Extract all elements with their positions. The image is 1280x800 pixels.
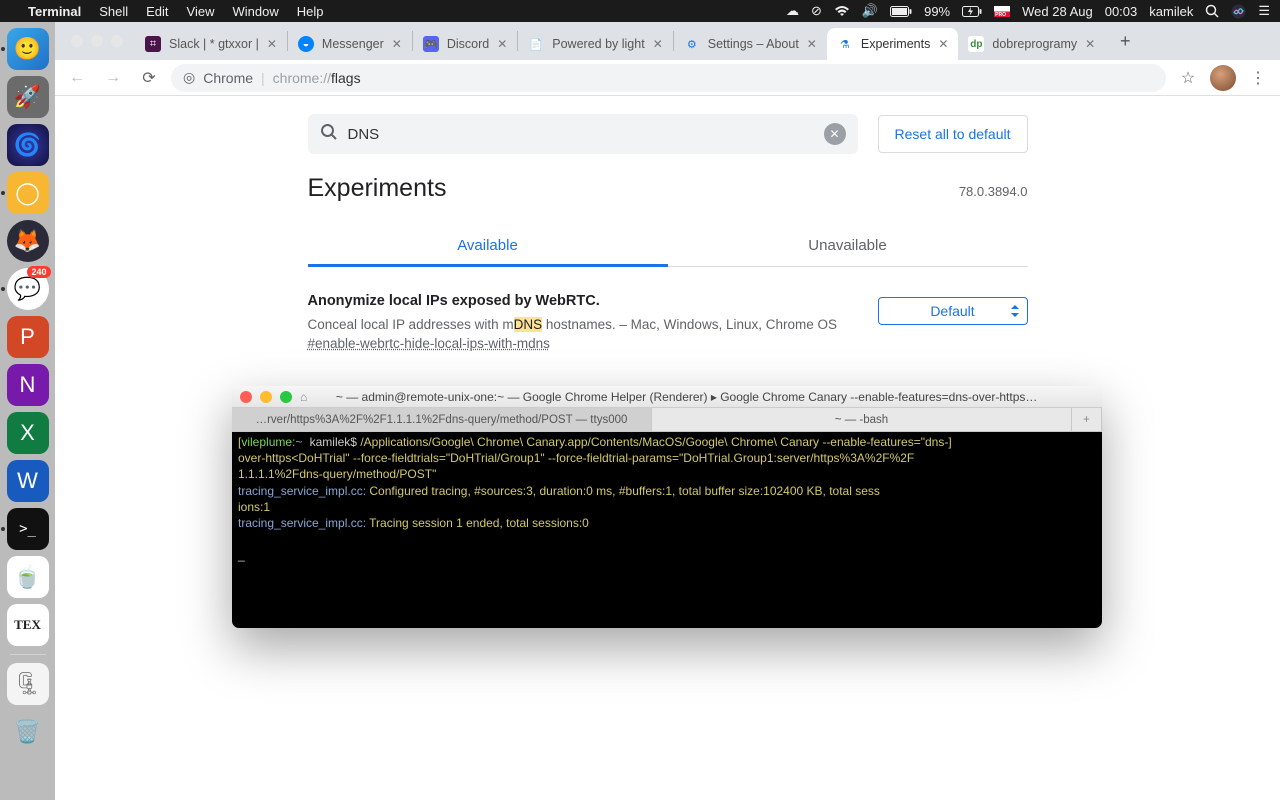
- tab-settings[interactable]: ⚙Settings – About✕: [674, 28, 827, 60]
- close-icon[interactable]: ✕: [267, 37, 277, 51]
- battery-icon[interactable]: [890, 6, 912, 17]
- flag-select[interactable]: Default: [878, 297, 1028, 325]
- profile-avatar[interactable]: [1210, 65, 1236, 91]
- app-menu[interactable]: Terminal: [28, 4, 81, 19]
- dock-powerpoint[interactable]: P: [7, 316, 49, 358]
- search-icon: [320, 123, 338, 146]
- chrome-toolbar: ← → ⟳ ◎ Chrome | chrome://flags ☆ ⋮: [55, 60, 1280, 96]
- close-icon[interactable]: ✕: [392, 37, 402, 51]
- flags-search-input[interactable]: [348, 126, 814, 143]
- spotlight-icon[interactable]: [1205, 4, 1219, 18]
- clear-search-icon[interactable]: ✕: [824, 123, 846, 145]
- siri-icon[interactable]: [1231, 4, 1246, 19]
- menubar-time[interactable]: 00:03: [1105, 4, 1138, 19]
- traffic-close[interactable]: [71, 35, 83, 47]
- reset-all-button[interactable]: Reset all to default: [878, 115, 1028, 153]
- macos-menubar: Terminal Shell Edit View Window Help ☁︎ …: [0, 0, 1280, 22]
- window-controls: [59, 22, 135, 60]
- dnd-icon[interactable]: ⊘: [811, 3, 822, 19]
- dock-separator: [10, 654, 46, 655]
- home-icon: ⌂: [300, 390, 307, 404]
- battery-percent: 99%: [924, 4, 950, 19]
- terminal-window: ⌂ ~ — admin@remote-unix-one:~ — Google C…: [232, 386, 1102, 628]
- forward-button[interactable]: →: [99, 64, 127, 92]
- reload-button[interactable]: ⟳: [135, 64, 163, 92]
- tab-messenger[interactable]: ◒Messenger✕: [288, 28, 412, 60]
- dock-word[interactable]: W: [7, 460, 49, 502]
- terminal-title: ~ — admin@remote-unix-one:~ — Google Chr…: [315, 390, 1094, 404]
- terminal-new-tab[interactable]: +: [1072, 408, 1102, 431]
- dock-firefox[interactable]: 🦊: [7, 220, 49, 262]
- close-icon[interactable]: ✕: [938, 37, 948, 51]
- dock-chrome-canary[interactable]: ◯: [7, 172, 49, 214]
- traffic-min[interactable]: [260, 391, 272, 403]
- chrome-menu-icon[interactable]: ⋮: [1244, 68, 1272, 88]
- traffic-close[interactable]: [240, 391, 252, 403]
- menubar-user[interactable]: kamilek: [1149, 4, 1193, 19]
- chrome-version: 78.0.3894.0: [959, 184, 1028, 199]
- bookmark-star-icon[interactable]: ☆: [1174, 68, 1202, 88]
- dock-onenote[interactable]: N: [7, 364, 49, 406]
- cloud-icon[interactable]: ☁︎: [786, 3, 799, 19]
- dock-finder[interactable]: 🙂: [7, 28, 49, 70]
- terminal-tab-2[interactable]: ~ — -bash: [652, 408, 1072, 431]
- tab-available[interactable]: Available: [308, 225, 668, 266]
- menu-view[interactable]: View: [187, 4, 215, 19]
- tab-experiments[interactable]: ⚗Experiments✕: [827, 28, 959, 60]
- tab-slack[interactable]: ⌗Slack | * gtxxor |✕: [135, 28, 287, 60]
- traffic-max[interactable]: [280, 391, 292, 403]
- input-source-flag-icon[interactable]: [994, 6, 1010, 17]
- address-bar[interactable]: ◎ Chrome | chrome://flags: [171, 64, 1166, 92]
- menu-window[interactable]: Window: [233, 4, 279, 19]
- dock-trash[interactable]: 🗑️: [7, 711, 49, 753]
- menubar-date[interactable]: Wed 28 Aug: [1022, 4, 1093, 19]
- dock-app-teapot[interactable]: 🍵: [7, 556, 49, 598]
- dock-texshop[interactable]: TEX: [7, 604, 49, 646]
- flags-tabs: Available Unavailable: [308, 225, 1028, 267]
- dock-terminal[interactable]: >_: [7, 508, 49, 550]
- dock-messages[interactable]: 💬240: [7, 268, 49, 310]
- flags-search[interactable]: ✕: [308, 114, 858, 154]
- dock-launchpad[interactable]: 🚀: [7, 76, 49, 118]
- tab-unavailable[interactable]: Unavailable: [668, 225, 1028, 266]
- dock-badge: 240: [27, 266, 50, 278]
- flag-anchor-link[interactable]: #enable-webrtc-hide-local-ips-with-mdns: [308, 336, 550, 351]
- terminal-titlebar[interactable]: ⌂ ~ — admin@remote-unix-one:~ — Google C…: [232, 386, 1102, 408]
- close-icon[interactable]: ✕: [653, 37, 663, 51]
- traffic-min[interactable]: [91, 35, 103, 47]
- dock: 🙂 🚀 🌀 ◯ 🦊 💬240 P N X W >_ 🍵 TEX 🗜 🗑️: [0, 22, 55, 800]
- flag-description: Conceal local IP addresses with mDNS hos…: [308, 315, 858, 335]
- volume-icon[interactable]: 🔊: [862, 3, 878, 19]
- menu-shell[interactable]: Shell: [99, 4, 128, 19]
- dock-excel[interactable]: X: [7, 412, 49, 454]
- omnibox-label: Chrome: [203, 70, 253, 86]
- chrome-tabstrip: ⌗Slack | * gtxxor |✕ ◒Messenger✕ 🎮Discor…: [55, 22, 1280, 60]
- charging-icon: [962, 6, 982, 17]
- close-icon[interactable]: ✕: [1085, 37, 1095, 51]
- tab-dobreprogramy[interactable]: dpdobreprogramy✕: [958, 28, 1105, 60]
- close-icon[interactable]: ✕: [497, 37, 507, 51]
- tab-lighttpd[interactable]: 📄Powered by light✕: [518, 28, 672, 60]
- back-button[interactable]: ←: [63, 64, 91, 92]
- flag-entry: Anonymize local IPs exposed by WebRTC. C…: [308, 267, 1028, 363]
- new-tab-button[interactable]: +: [1111, 27, 1139, 55]
- dock-siri[interactable]: 🌀: [7, 124, 49, 166]
- page-title: Experiments: [308, 174, 447, 203]
- menu-help[interactable]: Help: [297, 4, 324, 19]
- terminal-output[interactable]: [vileplume:~ kamilek$ /Applications/Goog…: [232, 432, 1102, 628]
- site-info-icon[interactable]: ◎: [183, 69, 195, 86]
- dock-archive[interactable]: 🗜: [7, 663, 49, 705]
- terminal-tab-1[interactable]: …rver/https%3A%2F%2F1.1.1.1%2Fdns-query/…: [232, 408, 652, 431]
- menu-edit[interactable]: Edit: [146, 4, 168, 19]
- wifi-icon[interactable]: [834, 5, 850, 17]
- tab-discord[interactable]: 🎮Discord✕: [413, 28, 517, 60]
- notification-center-icon[interactable]: ☰: [1258, 3, 1270, 19]
- traffic-max[interactable]: [111, 35, 123, 47]
- terminal-tabbar: …rver/https%3A%2F%2F1.1.1.1%2Fdns-query/…: [232, 408, 1102, 432]
- flag-title: Anonymize local IPs exposed by WebRTC.: [308, 293, 858, 309]
- close-icon[interactable]: ✕: [807, 37, 817, 51]
